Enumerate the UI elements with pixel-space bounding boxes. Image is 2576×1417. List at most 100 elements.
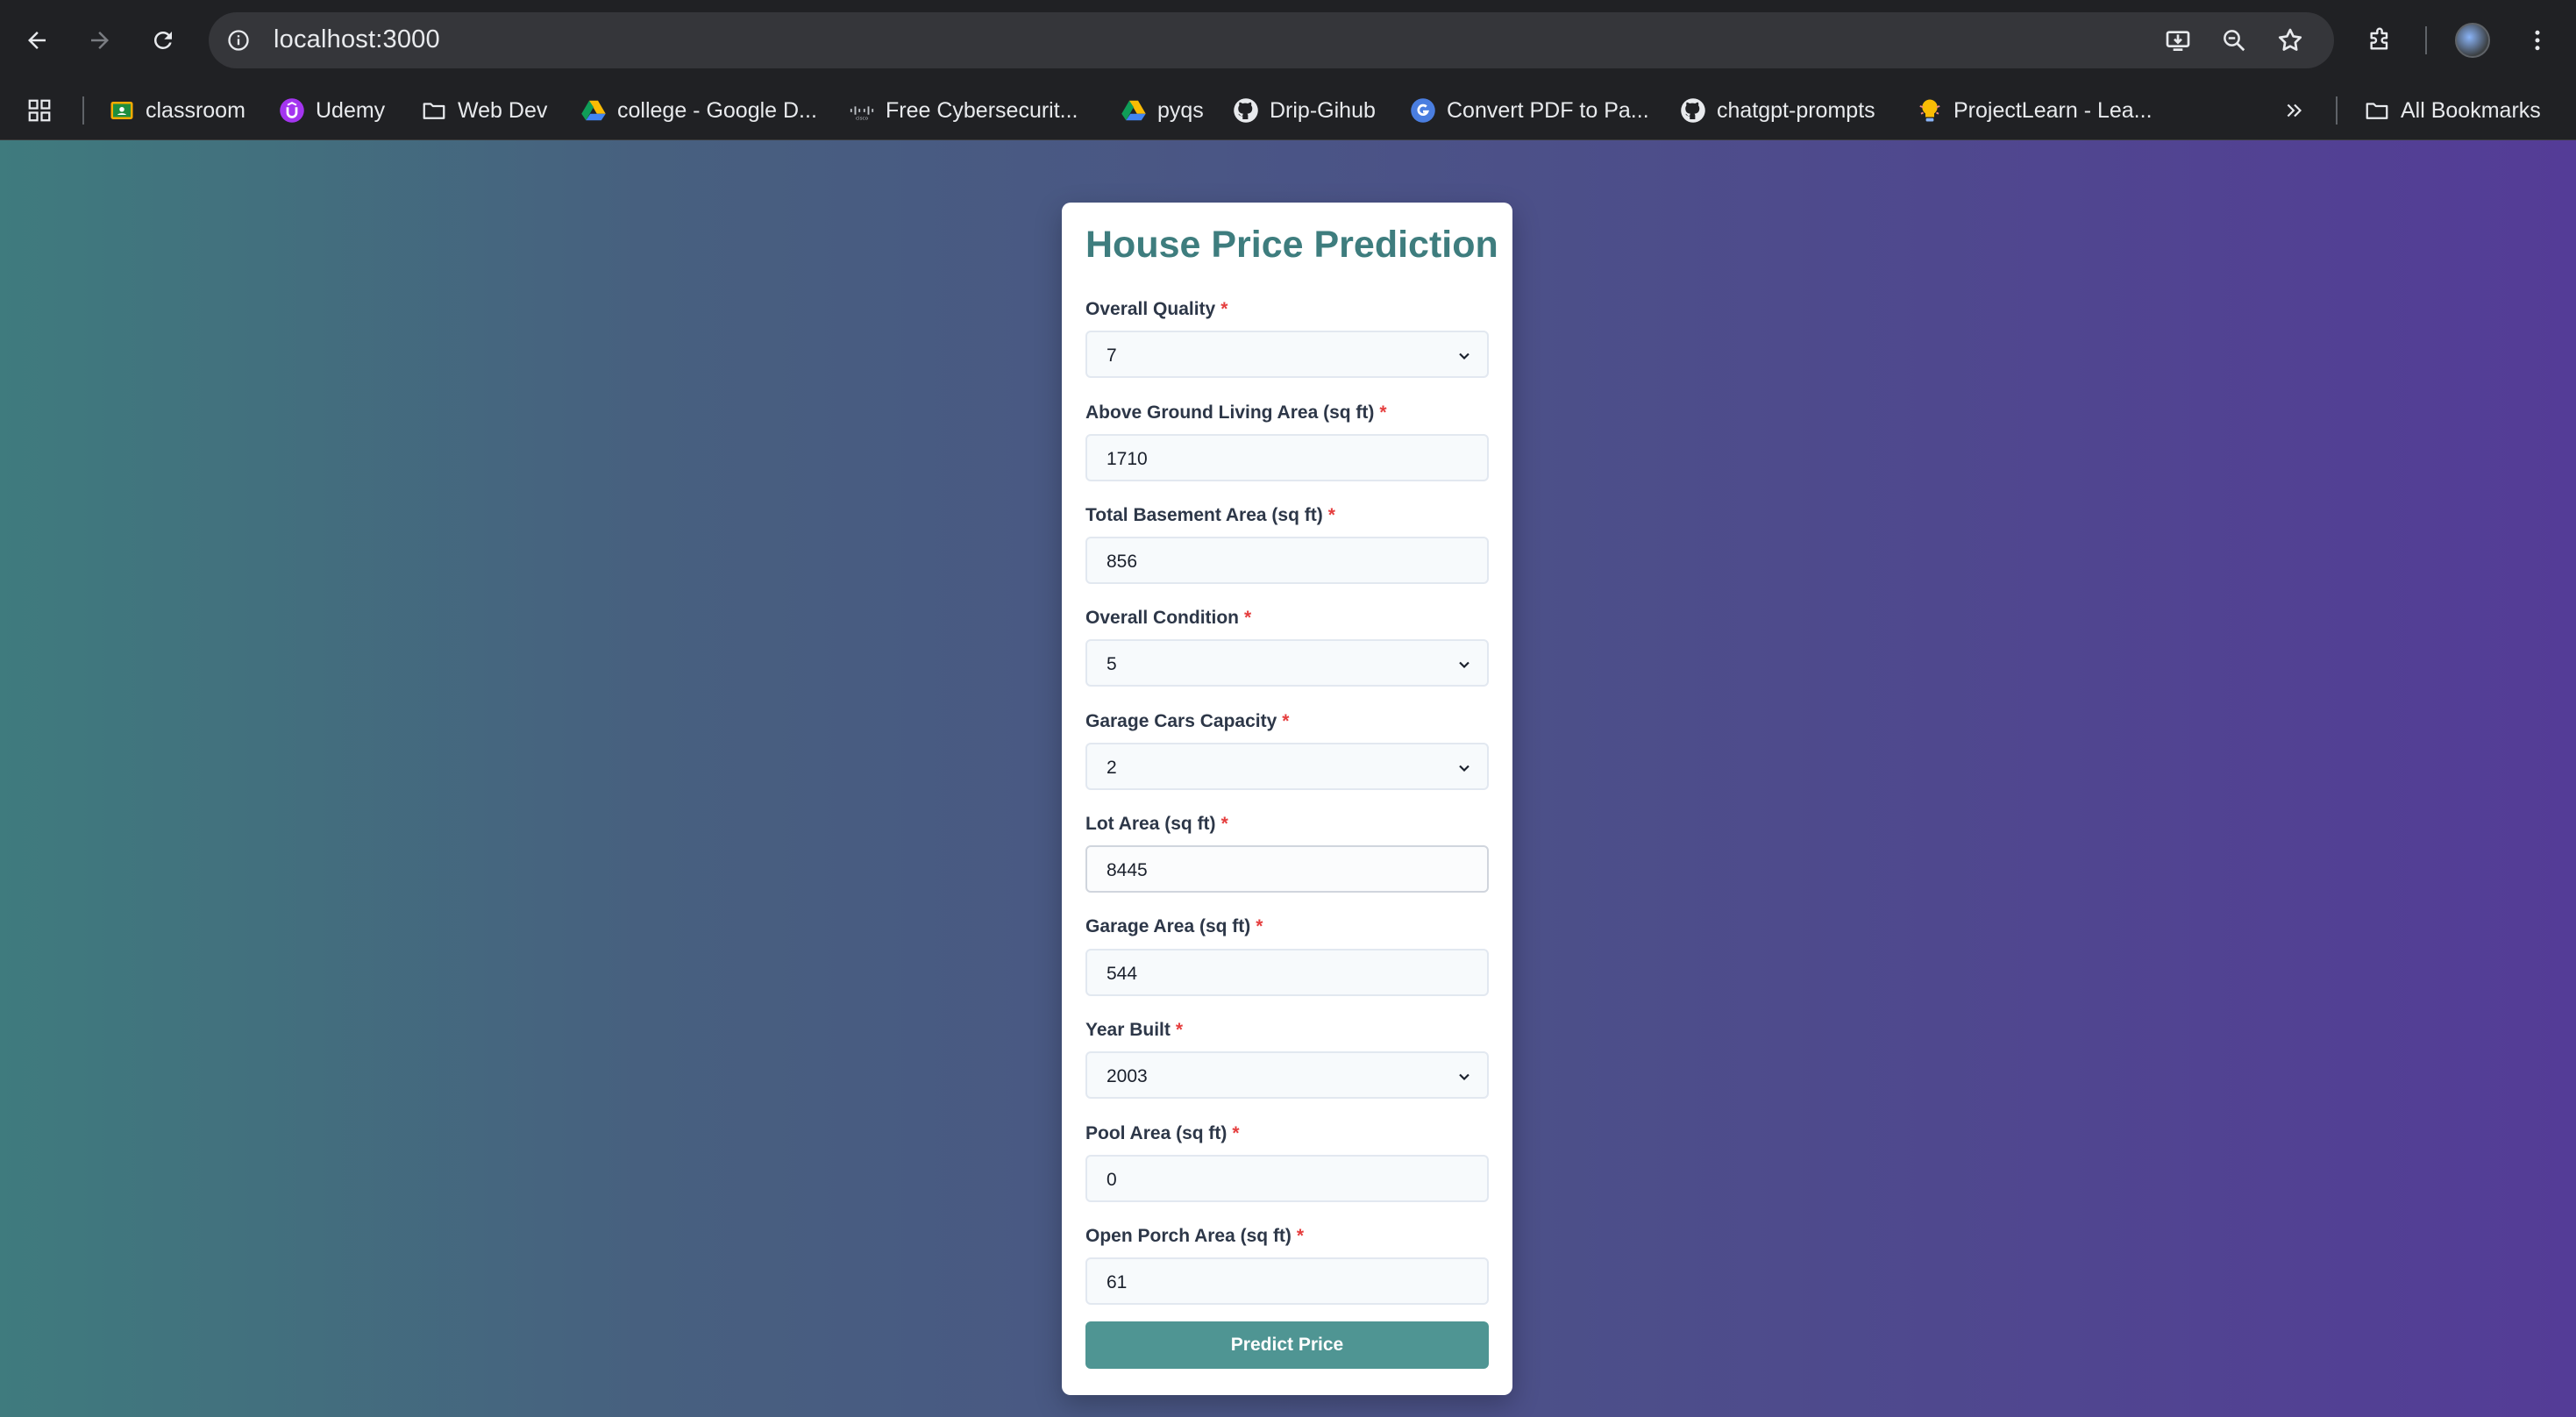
browser-menu-icon[interactable] [2516,19,2558,61]
page-title: House Price Prediction [1085,224,1498,266]
apps-grid-icon [26,97,53,124]
overall-condition-label: Overall Condition * [1085,608,1251,629]
bookmark-label: classroom [146,97,246,123]
field-label-text: Total Basement Area (sq ft) [1085,505,1323,525]
lot-area-label: Lot Area (sq ft) * [1085,814,1228,835]
cisco-icon: cisco [849,97,875,124]
required-marker: * [1220,814,1228,834]
required-marker: * [1232,1123,1240,1143]
bookmark-label: Udemy [316,97,386,123]
living-area-input[interactable]: 1710 [1085,434,1489,481]
field-value: 8445 [1107,860,1148,880]
required-marker: * [1220,299,1228,319]
back-arrow-icon [28,32,46,49]
bookmark-label: chatgpt-prompts [1717,97,1875,123]
bookmark-drip-github[interactable]: Drip-Gihub [1233,91,1376,130]
apps-button[interactable] [26,91,53,130]
field-value: 856 [1107,552,1138,572]
address-bar[interactable]: localhost:3000 [209,12,2334,68]
lot-area-input[interactable]: 8445 [1085,845,1489,893]
udemy-icon [279,97,305,124]
field-label-text: Garage Cars Capacity [1085,711,1277,731]
garage-cars-select[interactable]: 2 [1085,743,1489,790]
living-area-label: Above Ground Living Area (sq ft) * [1085,402,1387,424]
pool-area-label: Pool Area (sq ft) * [1085,1123,1240,1144]
field-label-text: Open Porch Area (sq ft) [1085,1226,1292,1246]
pool-area-input[interactable]: 0 [1085,1155,1489,1202]
google-drive-icon [580,97,607,124]
field-value: 2 [1107,758,1117,778]
reload-button[interactable] [142,19,184,61]
back-button[interactable] [16,19,58,61]
required-marker: * [1296,1226,1305,1246]
field-label-text: Overall Quality [1085,299,1216,319]
site-info-icon[interactable] [221,23,256,58]
basement-area-input[interactable]: 856 [1085,537,1489,584]
field-label-text: Garage Area (sq ft) [1085,916,1251,936]
forward-arrow-icon [91,32,109,49]
open-porch-area-input[interactable]: 61 [1085,1257,1489,1305]
zoom-icon[interactable] [2217,23,2252,58]
bookmark-label: Free Cybersecurit... [886,97,1078,123]
overall-condition-select[interactable]: 5 [1085,639,1489,687]
all-bookmarks-label: All Bookmarks [2401,97,2541,123]
basement-area-label: Total Basement Area (sq ft) * [1085,505,1335,526]
bookmarks-divider [82,96,84,125]
field-label-text: Year Built [1085,1020,1171,1040]
chevron-down-icon [1459,352,1469,360]
year-built-label: Year Built * [1085,1020,1183,1041]
overall-quality-label: Overall Quality * [1085,299,1228,320]
bookmark-label: ProjectLearn - Lea... [1953,97,2153,123]
chevron-down-icon [1459,1073,1469,1081]
google-drive-icon [1121,97,1147,124]
bookmark-projectlearn[interactable]: ProjectLearn - Lea... [1917,91,2153,130]
required-marker: * [1282,711,1290,731]
folder-icon [421,97,447,124]
bookmark-label: pyqs [1157,97,1204,123]
convert-icon [1410,97,1436,124]
profile-avatar[interactable] [2455,23,2490,58]
projectlearn-icon [1917,97,1943,124]
predict-price-button[interactable]: Predict Price [1085,1321,1489,1369]
double-chevron-right-icon [2281,97,2308,124]
bookmark-folder-web-dev[interactable]: Web Dev [421,91,547,130]
more-bookmarks-button[interactable] [2281,91,2308,130]
field-value: 0 [1107,1170,1117,1190]
garage-area-input[interactable]: 544 [1085,949,1489,996]
bookmark-udemy[interactable]: Udemy [279,91,385,130]
required-marker: * [1256,916,1263,936]
bookmark-star-icon[interactable] [2273,23,2308,58]
url-text[interactable]: localhost:3000 [274,25,440,54]
svg-text:cisco: cisco [856,116,869,121]
bookmark-college[interactable]: college - Google D... [580,91,817,130]
bookmark-classroom[interactable]: classroom [109,91,246,130]
forward-button[interactable] [79,19,121,61]
github-icon [1233,97,1259,124]
bookmarks-divider [2336,96,2338,125]
field-label-text: Overall Condition [1085,608,1240,628]
classroom-icon [109,97,135,124]
bookmark-cybersecurity[interactable]: cisco Free Cybersecurit... [849,91,1078,130]
overall-quality-select[interactable]: 7 [1085,331,1489,378]
install-app-icon[interactable] [2160,23,2195,58]
page-background: House Price Prediction Overall Quality * … [0,140,2576,1417]
required-marker: * [1244,608,1252,628]
all-bookmarks-button[interactable]: All Bookmarks [2364,91,2541,130]
bookmark-label: Drip-Gihub [1270,97,1376,123]
garage-area-label: Garage Area (sq ft) * [1085,916,1263,937]
field-label-text: Pool Area (sq ft) [1085,1123,1228,1143]
year-built-select[interactable]: 2003 [1085,1051,1489,1099]
bookmarks-bar: classroom Udemy Web Dev college - Google… [0,81,2576,140]
required-marker: * [1327,505,1335,525]
reload-icon [153,31,172,49]
bookmark-label: Convert PDF to Pa... [1447,97,1649,123]
required-marker: * [1379,402,1387,423]
bookmark-pyqs[interactable]: pyqs [1121,91,1204,130]
field-value: 5 [1107,654,1117,674]
extensions-icon[interactable] [2359,19,2401,61]
browser-toolbar: localhost:3000 [0,0,2576,81]
bookmark-convert-pdf[interactable]: Convert PDF to Pa... [1410,91,1649,130]
bookmark-chatgpt-prompts[interactable]: chatgpt-prompts [1680,91,1875,130]
bookmark-label: Web Dev [458,97,548,123]
field-value: 544 [1107,964,1138,984]
